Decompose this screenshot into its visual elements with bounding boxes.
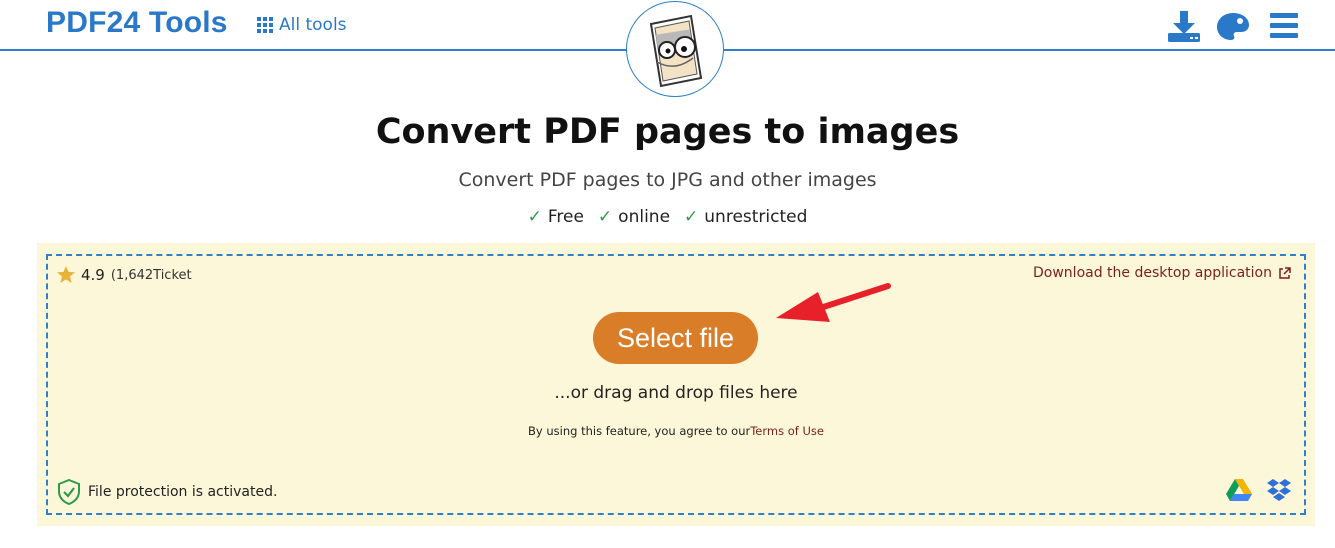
file-protection-label: File protection is activated. (88, 484, 278, 500)
download-desktop-label: Download the desktop application (1033, 265, 1272, 281)
all-tools-link[interactable]: All tools (257, 15, 347, 35)
feature-item: ✓ Free (527, 207, 584, 227)
star-icon (57, 266, 75, 283)
google-drive-icon[interactable] (1226, 478, 1252, 502)
brand-logo-text[interactable]: PDF24 Tools (46, 6, 228, 40)
file-upload-panel: 4.9 (1,642Ticket Download the desktop ap… (37, 243, 1315, 526)
check-icon: ✓ (527, 207, 542, 227)
file-protection-status: File protection is activated. (58, 479, 277, 505)
all-tools-label: All tools (279, 15, 347, 35)
shield-check-icon (58, 479, 80, 505)
feature-list: ✓ Free ✓ online ✓ unrestricted (0, 207, 1335, 227)
terms-of-use-link[interactable]: Terms of Use (750, 424, 824, 438)
grid-icon (257, 17, 273, 33)
feature-item: ✓ unrestricted (684, 207, 808, 227)
page-title: Convert PDF pages to images (375, 112, 960, 152)
annotation-arrow-icon (776, 283, 891, 322)
rating[interactable]: 4.9 (1,642Ticket (56, 265, 192, 285)
rating-count: (1,642Ticket (110, 267, 192, 283)
download-icon[interactable] (1167, 9, 1201, 43)
rating-score: 4.9 (81, 266, 105, 284)
terms-prefix: By using this feature, you agree to our (528, 424, 751, 438)
drag-drop-hint: ...or drag and drop files here (554, 383, 798, 403)
feature-item: ✓ online (597, 207, 671, 227)
palette-icon[interactable] (1216, 9, 1250, 43)
external-link-icon (1279, 266, 1291, 279)
select-file-button[interactable]: Select file (593, 312, 758, 364)
pdf24-mascot-icon (649, 14, 703, 88)
check-icon: ✓ (684, 207, 699, 227)
page-subtitle: Convert PDF pages to JPG and other image… (458, 169, 877, 191)
check-icon: ✓ (597, 207, 613, 227)
download-desktop-link[interactable]: Download the desktop application (1033, 265, 1291, 281)
pdf24-logo-badge[interactable] (626, 1, 724, 97)
terms-notice: By using this feature, you agree to ourT… (37, 424, 1315, 438)
dropbox-icon[interactable] (1266, 478, 1292, 502)
hamburger-menu-icon[interactable] (1268, 9, 1302, 43)
